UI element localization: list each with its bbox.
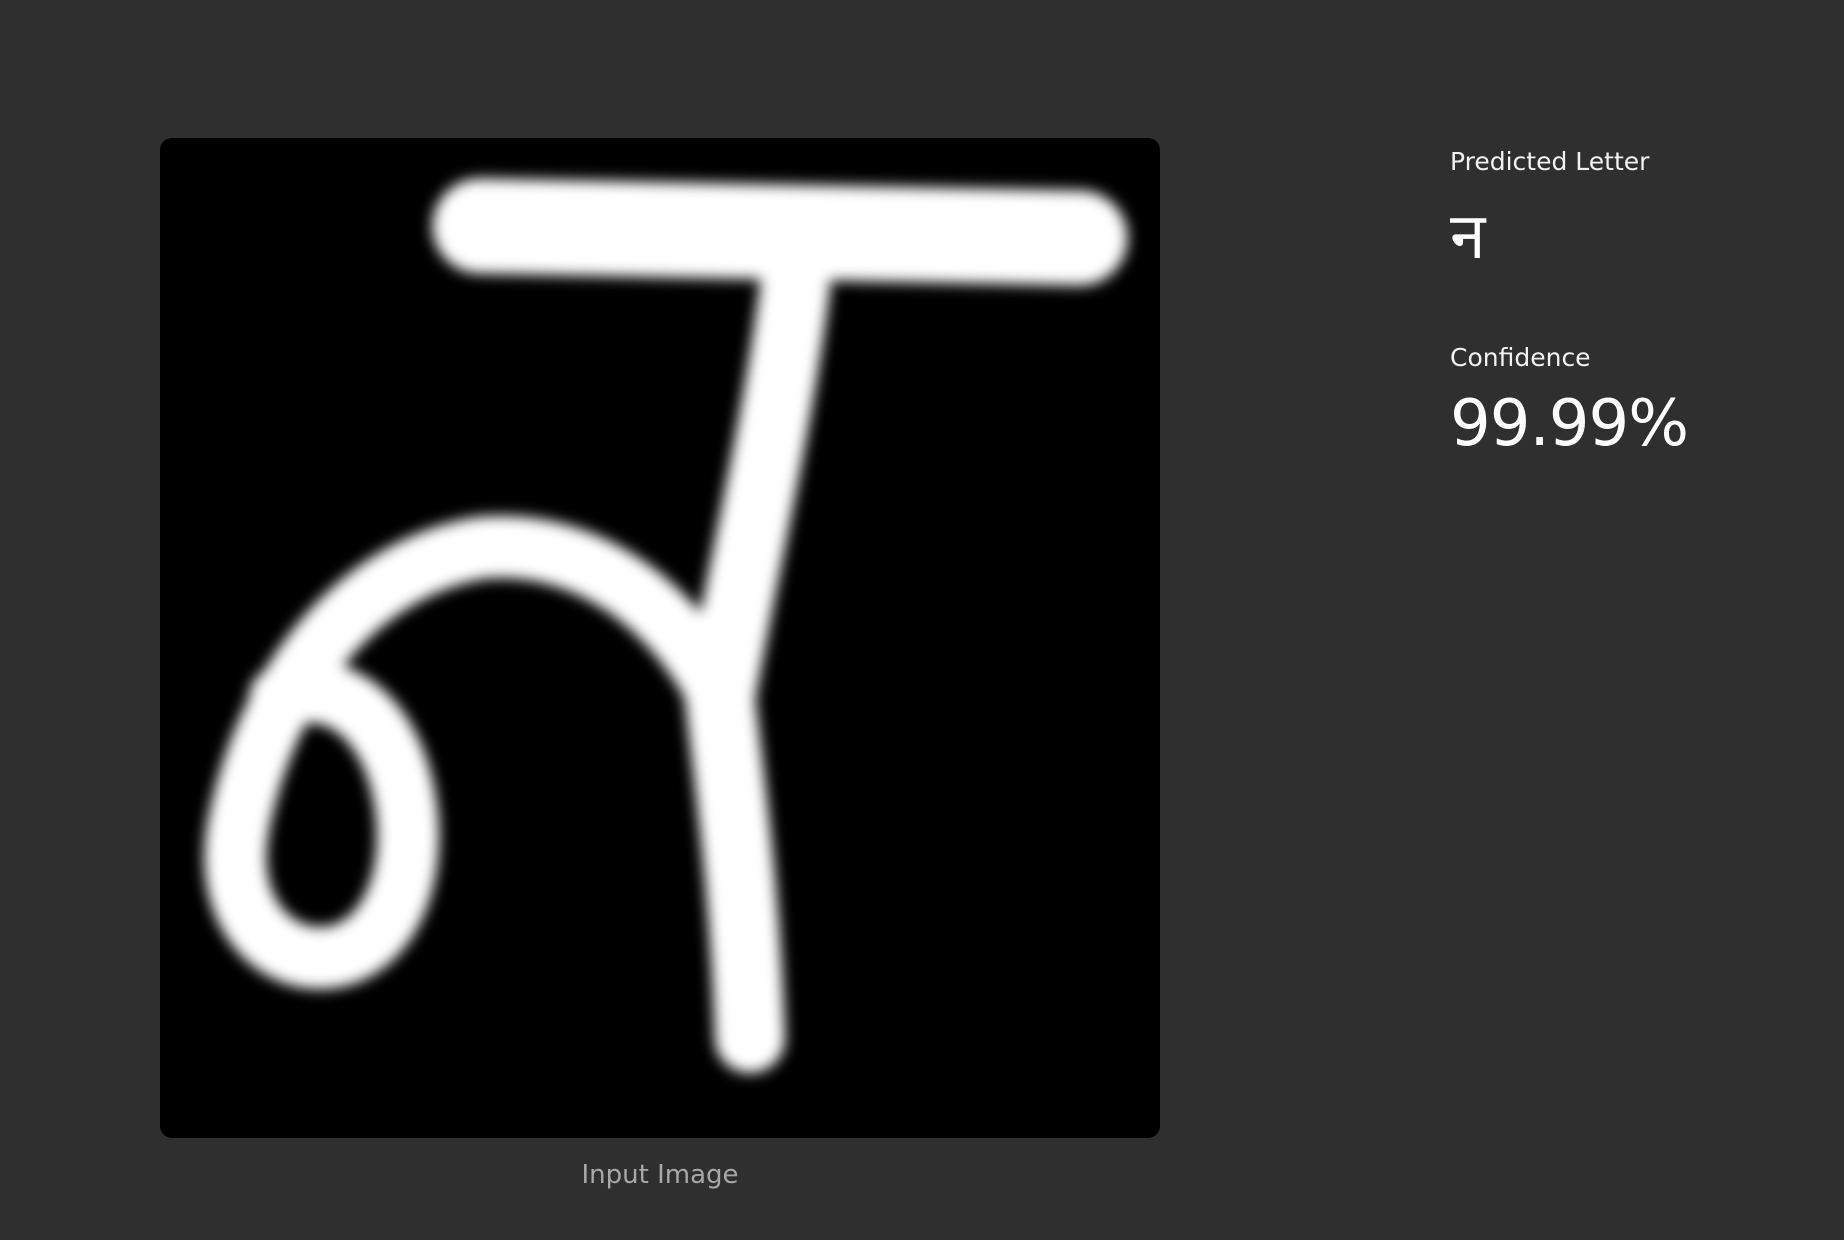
confidence-value: 99.99% [1450,387,1689,461]
handwritten-letter-image [204,178,1128,1073]
loop-stroke [204,515,751,989]
input-image [160,138,1160,1138]
top-bar-stroke [432,178,1128,286]
confidence-label: Confidence [1450,343,1591,372]
app-page: Input Image Predicted Letter न Confidenc… [0,0,1844,1240]
predicted-letter-value: न [1450,200,1486,274]
input-image-caption: Input Image [581,1160,739,1190]
predicted-letter-label: Predicted Letter [1450,147,1650,176]
